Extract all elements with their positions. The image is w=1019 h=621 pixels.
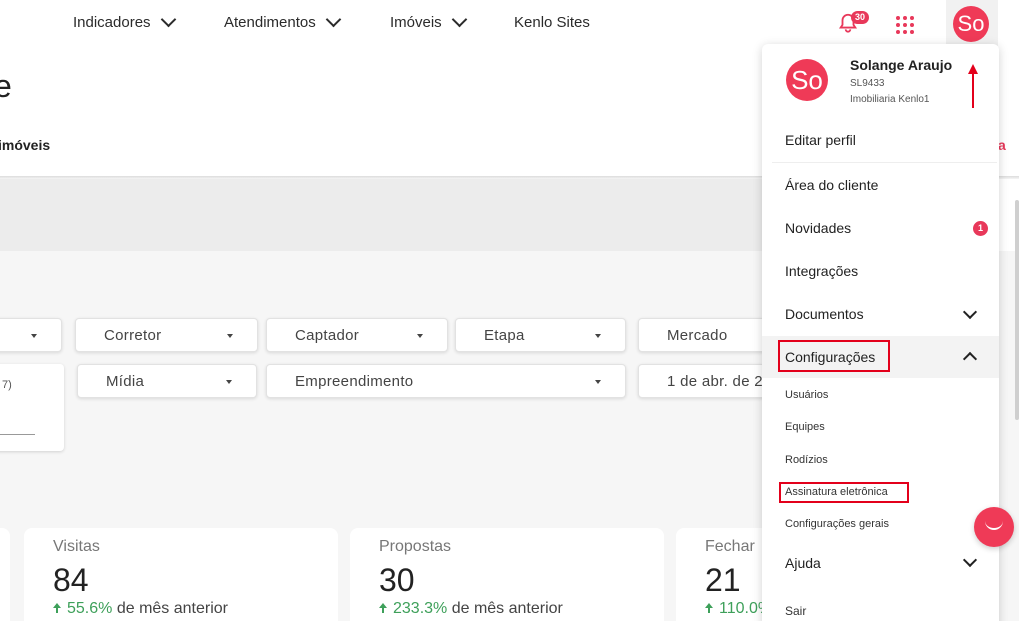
filter-corretor[interactable]: Corretor (75, 318, 258, 352)
chevron-down-icon (160, 11, 176, 28)
caret-down-icon (595, 380, 601, 384)
stat-label: Fechar (705, 538, 755, 555)
chevron-down-icon[interactable] (962, 304, 978, 320)
chevron-down-icon (325, 11, 342, 28)
period-card-text: 7) (2, 379, 12, 391)
nav-atendimentos[interactable]: Atendimentos (224, 11, 342, 31)
caret-down-icon (226, 380, 232, 384)
nav-imoveis-label: Imóveis (390, 14, 442, 31)
filter-label: Mercado (667, 326, 728, 344)
submenu-item-rotations[interactable]: Rodízios (785, 454, 828, 466)
apps-grid-icon[interactable] (896, 16, 914, 34)
filter-label: Captador (295, 326, 360, 344)
arrow-up-icon (53, 603, 61, 613)
annotation-box-settings (778, 340, 890, 372)
stat-label: Propostas (379, 538, 452, 555)
submenu-item-users[interactable]: Usuários (785, 389, 828, 401)
scrollbar[interactable] (1015, 200, 1019, 420)
menu-item-help[interactable]: Ajuda (785, 555, 821, 571)
profile-avatar: So (786, 59, 828, 101)
stat-card-propostas: Propostas 30 233.3% de mês anterior (350, 528, 664, 621)
page-title: e (0, 68, 12, 104)
stat-card-fechamentos: Fechar 21 110.0% (676, 528, 776, 621)
top-navigation: Indicadores Atendimentos Imóveis Kenlo S… (0, 0, 1019, 48)
input-underline (0, 434, 35, 435)
stat-delta-value: 233.3% (393, 600, 448, 617)
caret-down-icon (31, 334, 37, 338)
chevron-down-icon (451, 11, 467, 28)
filter-date-range[interactable]: 1 de abr. de 20 (638, 364, 768, 398)
filter-label: Corretor (104, 326, 162, 344)
stat-label: Visitas (53, 538, 100, 555)
filter-empreendimento[interactable]: Empreendimento (266, 364, 626, 398)
stat-delta: 233.3% de mês anterior (379, 600, 563, 618)
profile-name: Solange Araujo (850, 57, 953, 73)
stat-value: 21 (705, 562, 741, 598)
annotation-box-e-signature (779, 482, 909, 503)
nav-kenlo-sites-label: Kenlo Sites (514, 14, 590, 31)
filter-label: Empreendimento (295, 372, 414, 390)
stat-card-visitas: Visitas 84 55.6% de mês anterior (24, 528, 338, 621)
filter-label: Mídia (106, 372, 145, 390)
period-card[interactable]: 7) (0, 364, 64, 451)
stat-delta-value: 55.6% (67, 600, 113, 617)
arrow-up-icon (379, 603, 387, 613)
menu-item-documents[interactable]: Documentos (785, 306, 864, 322)
filter-midia[interactable]: Mídia (77, 364, 257, 398)
caret-down-icon (227, 334, 233, 338)
stat-delta-suffix: de mês anterior (447, 600, 563, 617)
menu-item-client-area[interactable]: Área do cliente (785, 177, 878, 193)
stat-value: 84 (53, 562, 89, 598)
annotation-arrow-up-icon (968, 64, 978, 108)
stat-delta: 55.6% de mês anterior (53, 600, 228, 618)
profile-code: SL9433 (850, 78, 885, 89)
menu-item-logout[interactable]: Sair (785, 604, 806, 618)
stat-delta-suffix: de mês anterior (112, 600, 228, 617)
news-badge: 1 (973, 221, 988, 236)
nav-atendimentos-label: Atendimentos (224, 14, 316, 31)
caret-down-icon (595, 334, 601, 338)
menu-item-news[interactable]: Novidades (785, 220, 851, 236)
avatar[interactable]: So (953, 6, 989, 42)
notification-badge: 30 (851, 11, 869, 24)
menu-item-edit-profile[interactable]: Editar perfil (785, 132, 856, 148)
stat-card-partial (0, 528, 10, 621)
menu-divider (772, 162, 997, 163)
nav-indicadores[interactable]: Indicadores (73, 11, 176, 31)
submenu-item-general-settings[interactable]: Configurações gerais (785, 518, 889, 530)
filter-captador[interactable]: Captador (266, 318, 448, 352)
nav-indicadores-label: Indicadores (73, 14, 151, 31)
chevron-down-icon[interactable] (962, 552, 978, 568)
filter-etapa[interactable]: Etapa (455, 318, 626, 352)
toolbar-band (0, 179, 762, 251)
filter-label: Etapa (484, 326, 525, 344)
filter-unknown[interactable] (0, 318, 62, 352)
filter-mercado[interactable]: Mercado (638, 318, 768, 352)
nav-kenlo-sites[interactable]: Kenlo Sites (514, 14, 590, 31)
arrow-up-icon (705, 603, 713, 613)
submenu-item-teams[interactable]: Equipes (785, 421, 825, 433)
tab-imoveis[interactable]: imóveis (0, 137, 50, 153)
profile-dropdown: So Solange Araujo SL9433 Imobiliaria Ken… (762, 44, 999, 621)
menu-item-integrations[interactable]: Integrações (785, 263, 858, 279)
stat-value: 30 (379, 562, 415, 598)
caret-down-icon (417, 334, 423, 338)
filter-label: 1 de abr. de 20 (667, 372, 768, 390)
header-link[interactable]: a (998, 137, 1006, 153)
nav-imoveis[interactable]: Imóveis (390, 11, 467, 31)
profile-company: Imobiliaria Kenlo1 (850, 94, 930, 105)
